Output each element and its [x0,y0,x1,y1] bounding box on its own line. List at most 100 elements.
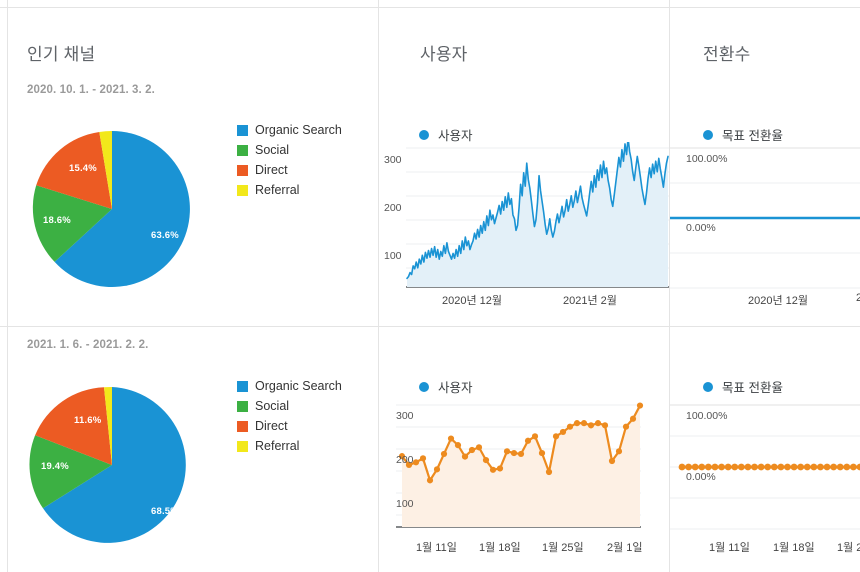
data-point[interactable] [770,463,778,471]
data-point[interactable] [573,420,581,427]
legend-swatch-referral [237,184,248,196]
panel-top-channels: 인기 채널 2020. 10. 1. - 2021. 3. 2. 63.6% 1… [8,8,378,326]
data-point[interactable] [843,463,851,471]
legend-label: Organic Search [255,379,342,393]
data-point[interactable] [823,463,831,471]
data-point[interactable] [803,463,811,471]
legend-item[interactable]: Social [237,396,342,416]
data-point[interactable] [552,433,560,440]
data-point[interactable] [731,463,739,471]
data-point[interactable] [517,450,525,458]
data-point[interactable] [636,402,644,409]
legend-item[interactable]: Organic Search [237,376,342,396]
data-point[interactable] [850,463,857,471]
xtick-label-2: 1월 18일 [479,542,521,554]
data-point[interactable] [817,463,824,471]
data-point[interactable] [757,463,765,471]
pie-slice-label-organic: 68.5% [151,506,179,517]
data-point[interactable] [691,463,699,471]
data-point[interactable] [678,463,686,471]
data-point[interactable] [566,423,574,430]
data-point[interactable] [836,463,844,471]
legend-swatch-direct [237,164,248,176]
users-bottom-plot[interactable]: 300 200 100 [379,399,669,544]
data-point[interactable] [704,463,712,471]
data-point[interactable] [790,463,798,471]
ytick-label-100pct: 100.00% [686,153,728,165]
xtick-label-3: 1월 25일 [542,542,584,554]
analytics-dashboard: 인기 채널 2020. 10. 1. - 2021. 3. 2. 63.6% 1… [0,0,860,572]
data-point[interactable] [489,466,497,473]
pie-svg-top[interactable] [22,111,222,301]
data-point[interactable] [482,457,490,464]
data-point[interactable] [545,468,553,476]
legend-item[interactable]: Referral [237,436,342,456]
data-point[interactable] [856,463,860,471]
conversions-bottom-plot[interactable]: 100.00% 0.00% [670,399,860,544]
legend-item[interactable]: Organic Search [237,120,342,140]
data-point[interactable] [531,433,539,440]
users-top-svg[interactable] [379,142,669,302]
legend-item[interactable]: Social [237,140,342,160]
data-point[interactable] [797,463,805,471]
pie-slice-label-organic: 63.6% [151,230,179,241]
pie-slice-label-social: 18.6% [43,215,71,226]
panel-title-users: 사용자 [420,45,468,64]
data-point[interactable] [475,444,483,451]
data-point[interactable] [559,428,567,436]
data-point[interactable] [777,463,785,471]
data-point[interactable] [629,415,637,422]
xtick-label-4: 2월 1일 [607,542,643,554]
data-point[interactable] [594,420,602,427]
data-point[interactable] [622,423,630,430]
legend-item[interactable]: Referral [237,180,342,200]
legend-label: Direct [255,419,288,433]
data-point[interactable] [468,446,476,454]
data-point[interactable] [685,463,692,471]
xtick-label-2: 2 [856,292,860,304]
legend-swatch-social [237,144,248,156]
data-point[interactable] [461,453,469,460]
legend-label: 목표 전환율 [722,381,783,395]
data-point[interactable] [810,463,818,471]
data-point[interactable] [764,463,772,471]
data-point[interactable] [503,448,511,455]
data-point[interactable] [744,463,752,471]
data-point[interactable] [419,455,427,462]
legend-conversions-bottom[interactable]: 목표 전환율 [703,377,783,396]
pie-chart-bottom[interactable]: 68.5% 19.4% 11.6% Organic Search Social … [22,367,372,562]
users-top-series [406,142,669,287]
data-point[interactable] [711,463,719,471]
data-point[interactable] [510,449,518,457]
data-point[interactable] [751,463,758,471]
legend-item[interactable]: Direct [237,416,342,436]
users-bottom-svg[interactable] [379,399,669,544]
page-title: 인기 채널 [27,45,96,64]
data-point[interactable] [698,463,706,471]
data-point[interactable] [524,437,532,444]
data-point[interactable] [426,477,434,484]
data-point[interactable] [580,420,588,427]
panel-top-users: 사용자 사용자 300 200 100 2020년 12월 2021년 2월 [379,8,669,326]
data-point[interactable] [433,466,441,473]
data-point[interactable] [587,422,595,429]
data-point[interactable] [496,465,504,472]
data-point[interactable] [440,450,448,458]
data-point[interactable] [601,422,609,429]
data-point[interactable] [784,463,791,471]
data-point[interactable] [724,463,732,471]
data-point[interactable] [737,463,745,471]
legend-item[interactable]: Direct [237,160,342,180]
data-point[interactable] [447,435,455,442]
data-point[interactable] [454,442,462,449]
ytick-label-0pct: 0.00% [686,222,716,234]
data-point[interactable] [830,463,838,471]
users-top-plot[interactable]: 300 200 100 [379,142,669,302]
data-point[interactable] [538,449,546,457]
data-point[interactable] [615,448,623,455]
data-point[interactable] [718,463,725,471]
data-point[interactable] [608,457,616,465]
legend-users-bottom[interactable]: 사용자 [419,377,473,396]
pie-chart-top[interactable]: 63.6% 18.6% 15.4% Organic Search Social … [22,111,372,306]
conversions-top-plot[interactable]: 100.00% 0.00% [670,142,860,302]
